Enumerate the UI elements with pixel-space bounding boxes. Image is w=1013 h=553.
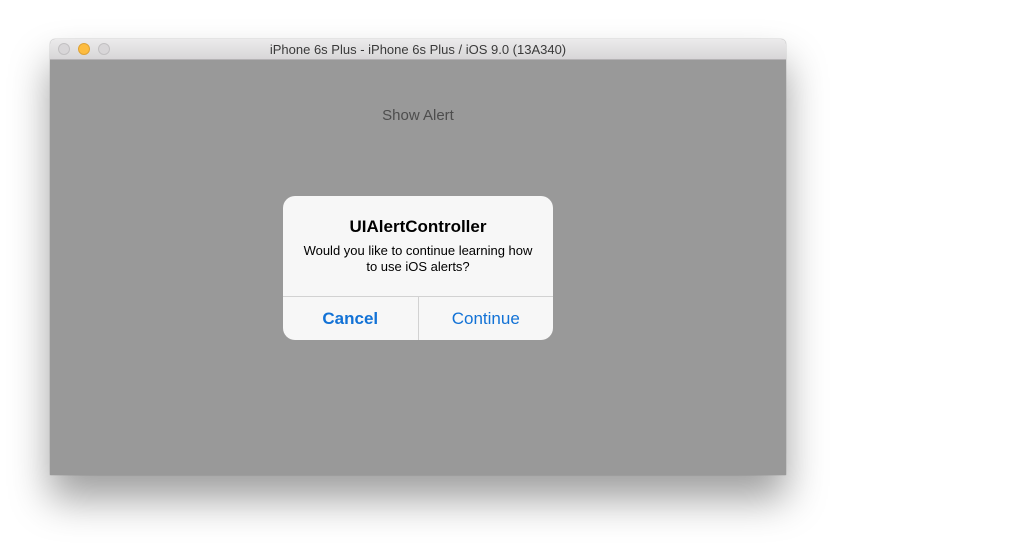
alert-title: UIAlertController [349, 217, 487, 236]
continue-button[interactable]: Continue [419, 297, 554, 340]
alert-dialog: UIAlertController Would you like to cont… [283, 196, 553, 340]
window-titlebar[interactable]: iPhone 6s Plus - iPhone 6s Plus / iOS 9.… [50, 39, 786, 60]
window-title: iPhone 6s Plus - iPhone 6s Plus / iOS 9.… [269, 42, 567, 57]
simulator-window: iPhone 6s Plus - iPhone 6s Plus / iOS 9.… [50, 39, 786, 475]
alert-message: Would you like to continue learning how … [303, 243, 533, 274]
show-alert-button[interactable]: Show Alert [50, 107, 786, 124]
alert-actions: Cancel Continue [283, 296, 553, 340]
cancel-button[interactable]: Cancel [283, 297, 418, 340]
device-screen: Show Alert UIAlertController Would you l… [50, 60, 786, 475]
